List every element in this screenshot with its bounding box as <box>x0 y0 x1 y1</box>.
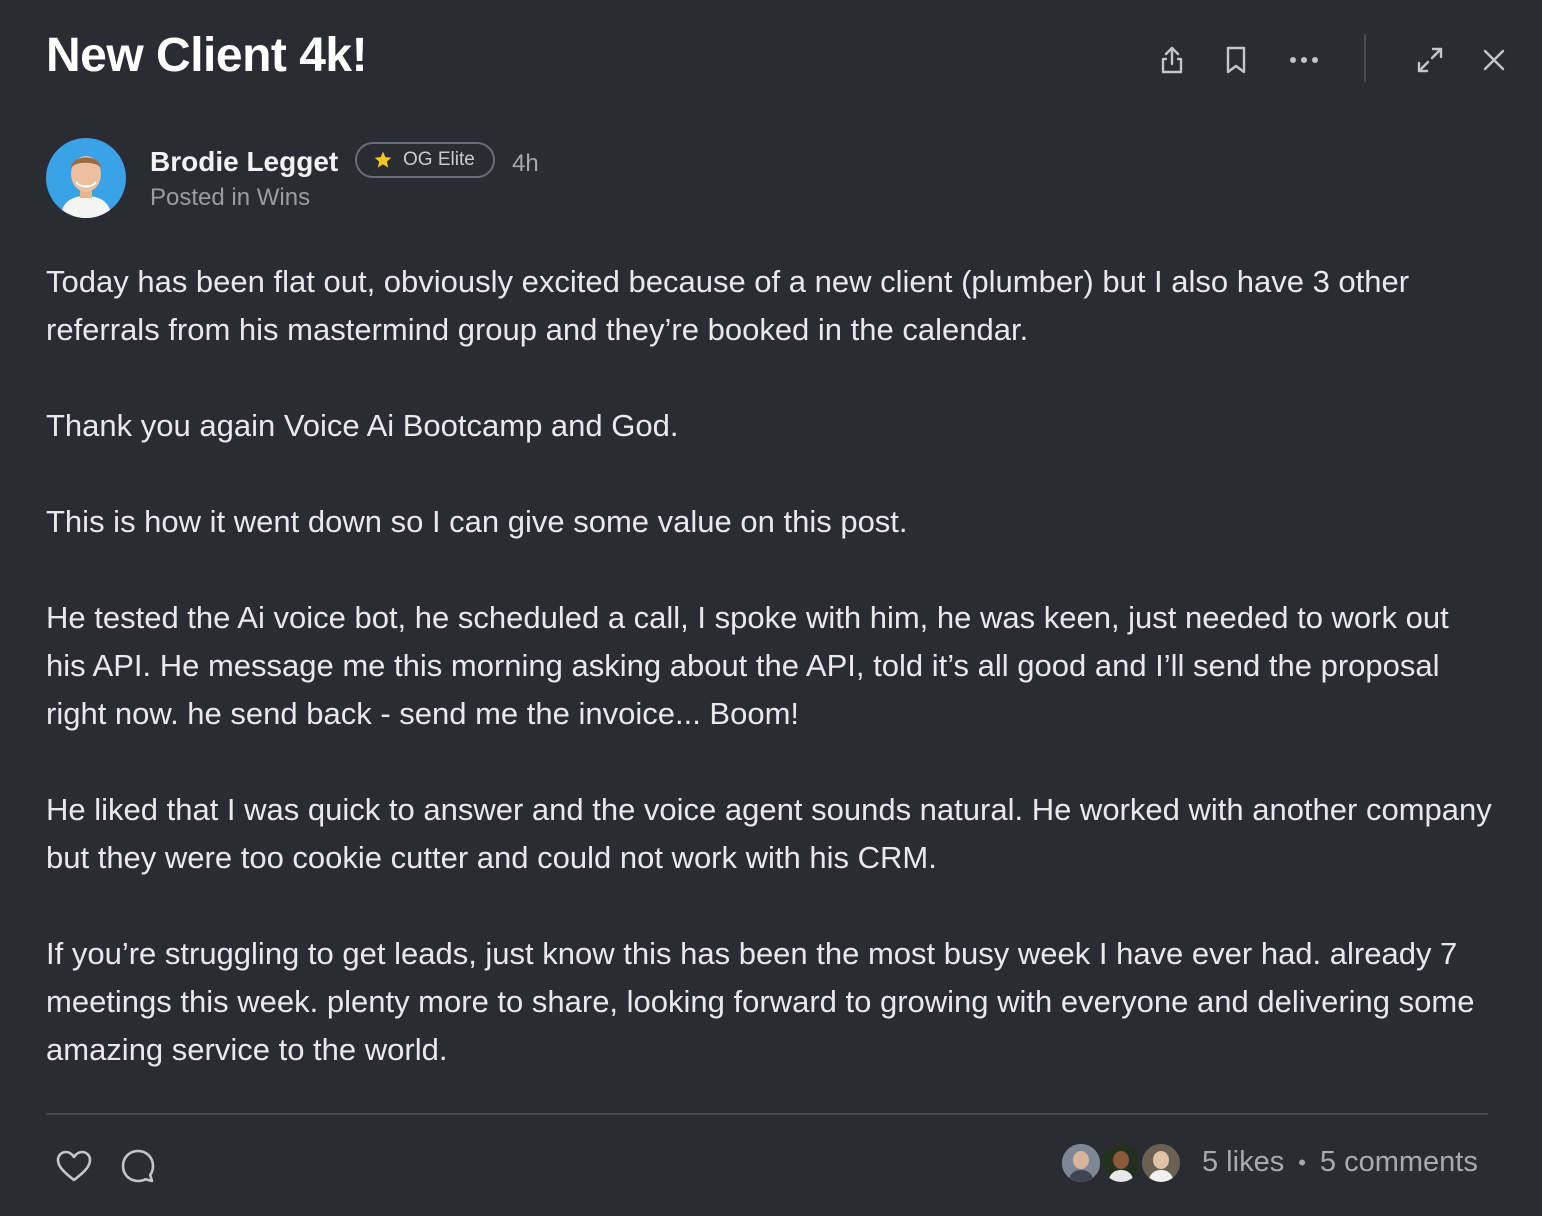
post-paragraph: Thank you again Voice Ai Bootcamp and Go… <box>46 408 679 443</box>
post-stats: 5 likes • 5 comments <box>1202 1146 1478 1179</box>
posted-in: Posted in Wins <box>150 184 310 212</box>
expand-icon <box>1414 44 1446 76</box>
share-icon <box>1156 44 1188 76</box>
post-title: New Client 4k! <box>46 29 368 82</box>
expand-button[interactable] <box>1408 38 1452 82</box>
bookmark-button[interactable] <box>1214 38 1258 82</box>
category-link[interactable]: Wins <box>257 184 310 211</box>
liker-avatars[interactable] <box>1060 1142 1184 1186</box>
more-icon <box>1289 55 1319 65</box>
liker-avatar <box>1060 1142 1102 1184</box>
like-button[interactable] <box>48 1140 100 1192</box>
member-badge: OG Elite <box>355 142 495 178</box>
author-name[interactable]: Brodie Legget <box>150 146 338 178</box>
star-icon <box>373 150 393 170</box>
post-paragraph: This is how it went down so I can give s… <box>46 504 908 539</box>
bookmark-icon <box>1221 44 1251 76</box>
comments-count[interactable]: 5 comments <box>1320 1146 1478 1179</box>
badge-label: OG Elite <box>403 149 475 170</box>
post-paragraph: He tested the Ai voice bot, he scheduled… <box>46 600 1449 731</box>
toolbar-divider <box>1364 34 1366 82</box>
comment-button[interactable] <box>112 1140 164 1192</box>
footer-divider <box>46 1113 1488 1115</box>
author-row: Brodie Legget OG Elite 4h Posted in Wins <box>46 138 746 218</box>
post-paragraph: If you’re struggling to get leads, just … <box>46 936 1475 1067</box>
stats-separator: • <box>1298 1149 1306 1175</box>
comment-icon <box>119 1147 157 1185</box>
heart-icon <box>55 1149 93 1183</box>
post-header: New Client 4k! <box>0 0 1542 116</box>
post-paragraph: He liked that I was quick to answer and … <box>46 792 1492 875</box>
more-options-button[interactable] <box>1282 38 1326 82</box>
posted-in-prefix: Posted in <box>150 184 251 211</box>
post-time: 4h <box>512 150 539 177</box>
close-icon <box>1481 47 1507 73</box>
post-paragraph: Today has been flat out, obviously excit… <box>46 264 1410 347</box>
liker-avatar <box>1100 1142 1142 1184</box>
close-button[interactable] <box>1472 38 1516 82</box>
post-body: Today has been flat out, obviously excit… <box>46 258 1496 1122</box>
liker-avatar <box>1140 1142 1182 1184</box>
likes-count[interactable]: 5 likes <box>1202 1146 1284 1179</box>
share-button[interactable] <box>1150 38 1194 82</box>
author-avatar[interactable] <box>46 138 126 218</box>
post-footer: 5 likes • 5 comments <box>0 1130 1542 1200</box>
